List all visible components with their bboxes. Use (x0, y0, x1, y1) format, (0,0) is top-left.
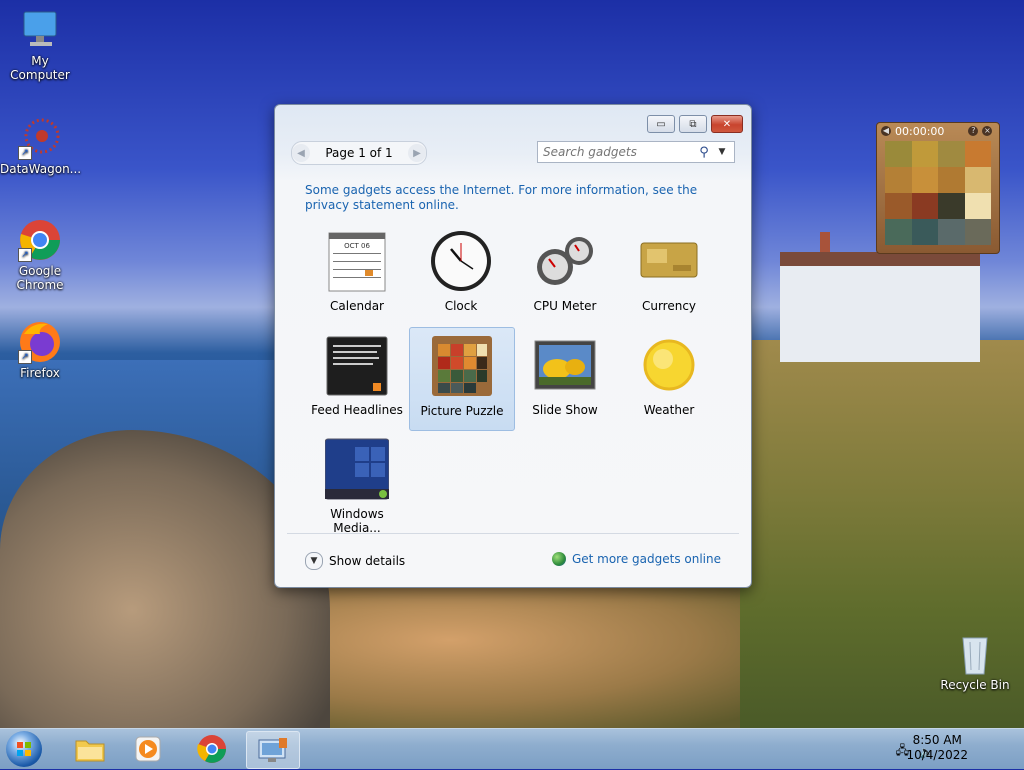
gadget-label: Calendar (330, 299, 384, 313)
help-icon[interactable]: ? (968, 126, 979, 136)
currency-icon (637, 229, 701, 293)
taskbar-gadgets[interactable] (246, 731, 300, 769)
desktop-icon-chrome[interactable]: ↗ Google Chrome (0, 218, 80, 292)
gadget-slide-show[interactable]: Slide Show (513, 327, 617, 429)
close-icon[interactable]: × (982, 126, 993, 136)
desktop-icon-recycle-bin[interactable]: Recycle Bin (935, 632, 1015, 692)
gadget-label: Currency (641, 299, 697, 313)
desktop-icon-firefox[interactable]: ↗ Firefox (0, 320, 80, 380)
puzzle-tiles[interactable] (885, 141, 991, 245)
puzzle-timer: 00:00:00 (895, 124, 945, 138)
close-icon: ✕ (722, 118, 732, 130)
gadget-label: Picture Puzzle (420, 404, 504, 418)
window-controls: ▭ ⧉ ✕ (647, 115, 743, 133)
search-input[interactable] (538, 144, 695, 160)
gadget-windows-media[interactable]: Windows Media... (305, 431, 409, 535)
recycle-bin-icon (953, 632, 997, 676)
restore-icon: ⧉ (689, 118, 697, 130)
chevron-down-icon[interactable]: ▼ (713, 147, 731, 157)
desktop-icon-label: Recycle Bin (940, 678, 1010, 692)
desktop-icon-my-computer[interactable]: My Computer (0, 8, 80, 82)
clock-date: 10/4/2022 (906, 748, 968, 762)
taskbar-chrome[interactable] (186, 731, 238, 767)
show-details-label: Show details (329, 554, 406, 568)
gadget-label: Windows Media... (330, 507, 384, 535)
computer-icon (18, 8, 62, 52)
shortcut-arrow-icon: ↗ (18, 146, 32, 160)
slide-show-icon (533, 333, 597, 397)
picture-puzzle-gadget[interactable]: ◀ 00:00:00 ? × (876, 122, 1000, 254)
minimize-icon: ▭ (656, 118, 666, 130)
desktop-icon-label: DataWagon... (0, 162, 82, 176)
show-details-toggle[interactable]: ▼ Show details (305, 552, 405, 570)
folder-icon (75, 740, 105, 762)
gadget-picture-puzzle[interactable]: Picture Puzzle (409, 327, 515, 431)
taskbar-media-player[interactable] (122, 731, 174, 767)
get-more-label: Get more gadgets online (571, 552, 721, 566)
gadget-gallery-window: ▭ ⧉ ✕ ◀ Page 1 of 1 ▶ ⚲ ▼ Some gadgets a… (274, 104, 752, 588)
gadget-weather[interactable]: Weather (617, 327, 721, 429)
search-icon[interactable]: ⚲ (695, 145, 713, 160)
minimize-button[interactable]: ▭ (647, 115, 675, 133)
page-navigator: ◀ Page 1 of 1 ▶ (291, 141, 427, 165)
clock-icon (429, 229, 493, 293)
gadget-feed-headlines[interactable]: Feed Headlines (305, 327, 409, 429)
taskbar-explorer[interactable] (64, 731, 116, 767)
start-button[interactable] (6, 731, 42, 767)
gadget-calendar[interactable]: OCT 06 Calendar (305, 223, 409, 325)
globe-icon (551, 552, 566, 566)
next-page-button[interactable]: ▶ (408, 144, 426, 162)
gadget-label: CPU Meter (533, 299, 597, 313)
restore-button[interactable]: ⧉ (679, 115, 707, 133)
internet-notice-link[interactable]: Some gadgets access the Internet. For mo… (305, 183, 725, 213)
page-label: Page 1 of 1 (325, 146, 393, 160)
media-player-icon (135, 736, 161, 762)
chevron-down-icon: ▼ (305, 552, 323, 570)
gadget-cpu-meter[interactable]: CPU Meter (513, 223, 617, 325)
cpu-meter-icon (533, 229, 597, 293)
gadget-clock[interactable]: Clock (409, 223, 513, 325)
gadget-label: Slide Show (532, 403, 598, 417)
desktop-icon-datawagon[interactable]: ↗ DataWagon... (0, 116, 82, 176)
gallery-footer: ▼ Show details Get more gadgets online (287, 533, 739, 574)
feed-icon (325, 333, 389, 397)
desktop-icon-label: My Computer (10, 54, 70, 82)
firefox-icon: ↗ (18, 320, 62, 364)
house-background (780, 252, 980, 362)
close-button[interactable]: ✕ (711, 115, 743, 133)
desktop-icon-label: Firefox (20, 366, 60, 380)
puzzle-reset-icon[interactable]: ◀ (881, 126, 891, 136)
chrome-icon: ↗ (18, 218, 62, 262)
weather-icon (637, 333, 701, 397)
prev-page-button[interactable]: ◀ (292, 144, 310, 162)
gadget-label: Feed Headlines (311, 403, 403, 417)
desktop-icon-label: Google Chrome (16, 264, 64, 292)
shortcut-arrow-icon: ↗ (18, 350, 32, 364)
desktop-gadgets-icon (258, 738, 287, 762)
chrome-icon (197, 735, 226, 763)
taskbar: 🖧 🔈 8:50 AM 10/4/2022 (0, 728, 1024, 769)
calendar-icon: OCT 06 (325, 229, 389, 293)
field-background (300, 580, 800, 730)
search-gadgets-box: ⚲ ▼ (537, 141, 735, 163)
gadget-currency[interactable]: Currency (617, 223, 721, 325)
taskbar-clock[interactable]: 8:50 AM 10/4/2022 (906, 733, 968, 763)
calendar-month: OCT 06 (344, 242, 370, 250)
picture-puzzle-icon (430, 334, 494, 398)
get-more-gadgets-link[interactable]: Get more gadgets online (551, 552, 721, 566)
gadget-label: Clock (444, 299, 478, 313)
clock-time: 8:50 AM (912, 733, 962, 747)
windows-media-icon (324, 437, 390, 501)
gadget-label: Weather (643, 403, 695, 417)
windows-logo-icon (17, 742, 31, 756)
datawagon-icon: ↗ (18, 116, 62, 160)
shortcut-arrow-icon: ↗ (18, 248, 32, 262)
